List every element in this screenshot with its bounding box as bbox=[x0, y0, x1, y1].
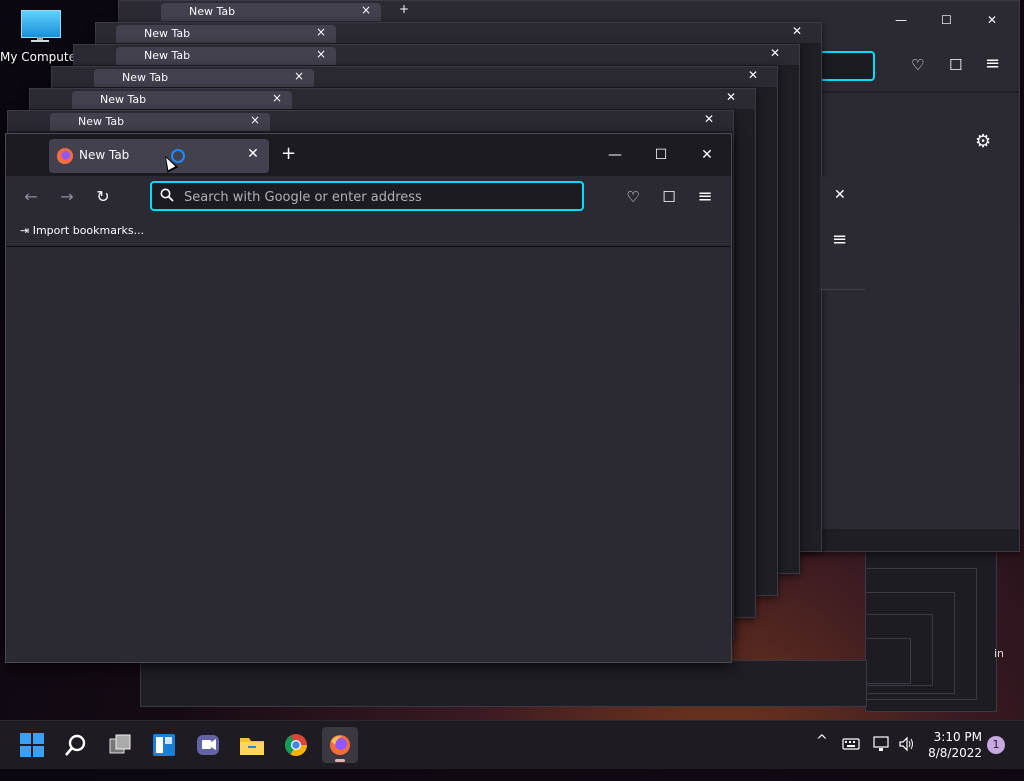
clock-time: 3:10 PM bbox=[933, 730, 982, 744]
search-icon bbox=[160, 188, 174, 202]
tab-close-icon[interactable]: × bbox=[272, 91, 282, 105]
tab-title: New Tab bbox=[144, 49, 191, 62]
window-stack-fragment bbox=[140, 660, 867, 707]
tab-close-icon[interactable]: × bbox=[316, 47, 326, 61]
firefox-taskbar-button[interactable] bbox=[322, 727, 358, 763]
windows-logo-icon bbox=[20, 733, 44, 757]
teams-chat-button[interactable] bbox=[190, 727, 226, 763]
background-tab[interactable]: New Tab × bbox=[161, 3, 381, 21]
tab-title: New Tab bbox=[144, 27, 191, 40]
import-bookmarks-button[interactable]: ⇥ Import bookmarks... bbox=[20, 224, 144, 237]
maximize-button[interactable]: ☐ bbox=[646, 142, 676, 168]
network-icon[interactable] bbox=[873, 736, 891, 752]
widgets-icon bbox=[153, 734, 175, 756]
tab-title: New Tab bbox=[122, 71, 169, 84]
active-indicator bbox=[335, 759, 345, 762]
extensions-icon[interactable]: ☐ bbox=[949, 56, 962, 74]
tab-close-icon[interactable]: ✕ bbox=[245, 146, 261, 162]
pocket-icon[interactable]: ♡ bbox=[622, 186, 644, 208]
title-bar[interactable]: New Tab ✕ + — ☐ ✕ bbox=[6, 134, 731, 176]
close-button[interactable]: ✕ bbox=[987, 13, 997, 27]
computer-icon bbox=[19, 8, 61, 42]
task-view-icon bbox=[109, 734, 131, 754]
browser-window[interactable]: New Tab ✕ + — ☐ ✕ ← → ↻ ♡ ☐ ≡ ⇥ Import b… bbox=[5, 133, 732, 663]
start-button[interactable] bbox=[14, 727, 50, 763]
window-fragment-text: in bbox=[994, 647, 1005, 660]
firefox-icon bbox=[57, 148, 73, 164]
tab-title: New Tab bbox=[79, 148, 130, 162]
close-button[interactable]: ✕ bbox=[792, 24, 802, 38]
page-content[interactable] bbox=[6, 247, 731, 662]
desktop-icon-label: My Computer bbox=[0, 50, 81, 64]
close-button[interactable]: ✕ bbox=[748, 68, 758, 82]
file-explorer-button[interactable] bbox=[234, 727, 270, 763]
notification-badge[interactable]: 1 bbox=[987, 736, 1005, 754]
bookmarks-toolbar: ⇥ Import bookmarks... bbox=[6, 218, 731, 247]
urlbar-fragment[interactable] bbox=[819, 51, 875, 81]
maximize-button[interactable]: ☐ bbox=[941, 13, 952, 27]
chrome-button[interactable] bbox=[278, 727, 314, 763]
search-icon bbox=[65, 734, 86, 756]
navigation-toolbar: ← → ↻ ♡ ☐ ≡ bbox=[6, 176, 731, 218]
new-tab-button[interactable]: + bbox=[281, 144, 296, 164]
extensions-icon[interactable]: ☐ bbox=[658, 186, 680, 208]
window-fragment-panel: ✕ ≡ bbox=[820, 177, 865, 290]
close-button[interactable]: ✕ bbox=[704, 112, 714, 126]
volume-icon[interactable] bbox=[898, 736, 916, 752]
chrome-icon bbox=[285, 734, 307, 756]
settings-gear-icon[interactable]: ⚙ bbox=[975, 131, 991, 152]
tray-chevron-icon[interactable]: ^ bbox=[816, 733, 828, 781]
tab-close-icon[interactable]: × bbox=[316, 25, 326, 39]
tab-close-icon[interactable]: × bbox=[361, 3, 371, 17]
firefox-icon bbox=[330, 735, 350, 755]
menu-icon[interactable]: ≡ bbox=[832, 229, 847, 250]
minimize-button[interactable]: — bbox=[600, 142, 630, 168]
taskbar: ^ 3:10 PM 8/8/2022 1 bbox=[0, 720, 1024, 769]
menu-icon[interactable]: ≡ bbox=[985, 53, 1000, 74]
window-stack-fragment bbox=[865, 638, 911, 684]
task-view-button[interactable] bbox=[102, 727, 138, 763]
reload-button[interactable]: ↻ bbox=[92, 186, 114, 208]
pocket-icon[interactable]: ♡ bbox=[911, 56, 924, 74]
address-input[interactable] bbox=[182, 186, 576, 208]
chat-icon bbox=[197, 735, 219, 755]
desktop-icon-my-computer[interactable]: My Computer bbox=[0, 8, 81, 64]
minimize-button[interactable]: — bbox=[895, 13, 907, 27]
tab-title: New Tab bbox=[100, 93, 147, 106]
close-button[interactable]: ✕ bbox=[692, 142, 722, 168]
tab-title: New Tab bbox=[189, 5, 236, 18]
close-button[interactable]: ✕ bbox=[770, 46, 780, 60]
close-icon[interactable]: ✕ bbox=[834, 187, 846, 203]
forward-button[interactable]: → bbox=[56, 186, 78, 208]
import-bookmarks-label: Import bookmarks... bbox=[32, 224, 145, 237]
search-button[interactable] bbox=[58, 727, 94, 763]
back-button[interactable]: ← bbox=[20, 186, 42, 208]
tab-close-icon[interactable]: × bbox=[250, 113, 260, 127]
tab-title: New Tab bbox=[78, 115, 125, 128]
tab-new-tab[interactable]: New Tab ✕ bbox=[49, 139, 269, 173]
clock-date: 8/8/2022 bbox=[928, 746, 982, 760]
keyboard-icon[interactable] bbox=[842, 737, 860, 751]
new-tab-button[interactable]: + bbox=[399, 2, 409, 16]
address-bar[interactable] bbox=[150, 181, 584, 211]
tab-close-icon[interactable]: × bbox=[294, 69, 304, 83]
close-button[interactable]: ✕ bbox=[726, 90, 736, 104]
folder-icon bbox=[240, 738, 264, 755]
import-icon: ⇥ bbox=[20, 224, 30, 237]
widgets-button[interactable] bbox=[146, 727, 182, 763]
system-clock[interactable]: 3:10 PM 8/8/2022 bbox=[924, 729, 982, 761]
menu-icon[interactable]: ≡ bbox=[694, 186, 716, 208]
